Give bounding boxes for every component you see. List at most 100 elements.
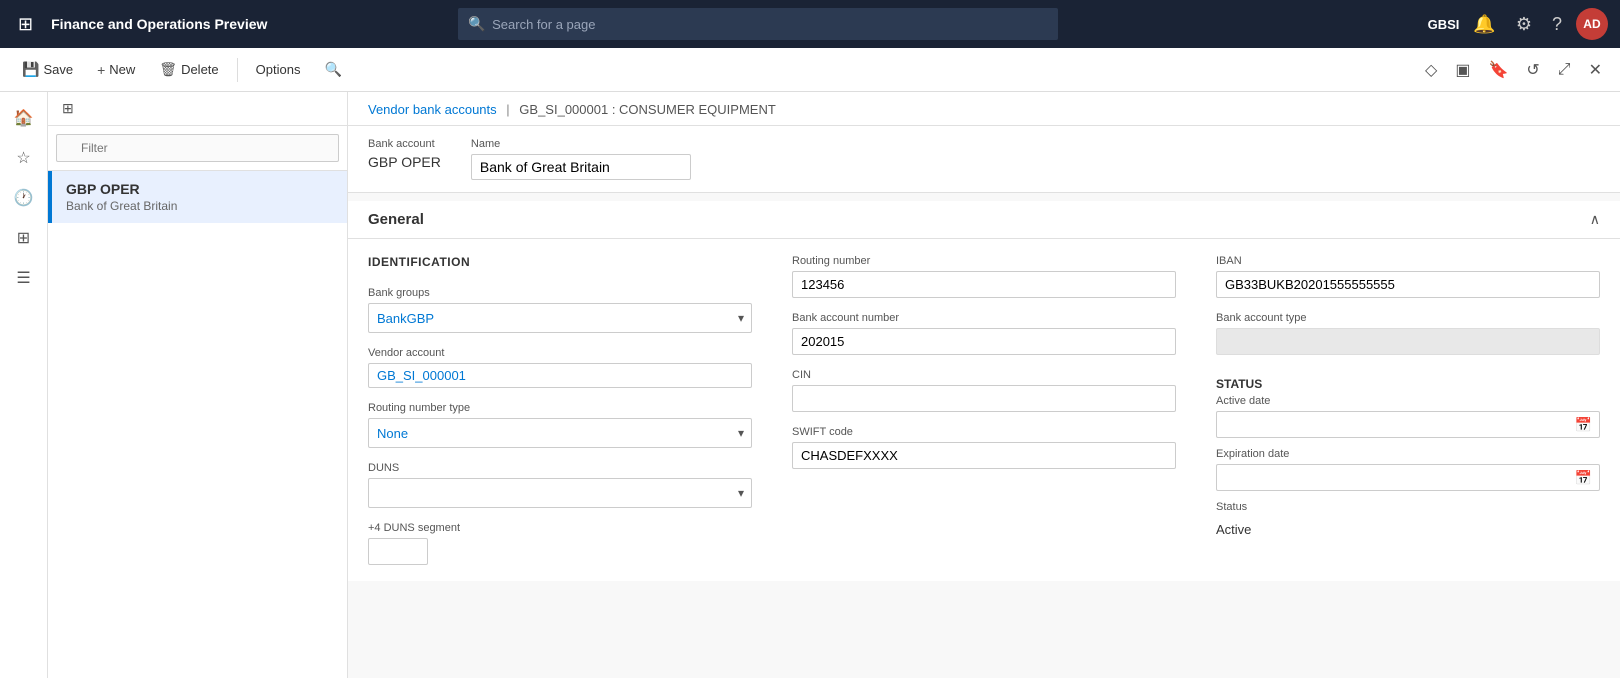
app-title: Finance and Operations Preview xyxy=(51,16,267,32)
breadcrumb-current: GB_SI_000001 : CONSUMER EQUIPMENT xyxy=(519,102,775,117)
detail-header: Bank account GBP OPER Name xyxy=(348,126,1620,193)
filter-input[interactable] xyxy=(56,134,339,162)
iban-status-col: IBAN Bank account type STATUS Active dat… xyxy=(1216,255,1600,565)
settings-icon[interactable]: ⚙ xyxy=(1510,10,1538,39)
search-bar: 🔍 xyxy=(458,8,1058,40)
top-nav-right: GBSI 🔔 ⚙ ? AD xyxy=(1428,8,1608,40)
expiration-date-field: Expiration date 📅 xyxy=(1216,448,1600,491)
bank-account-type-field: Bank account type xyxy=(1216,312,1600,355)
vendor-account-label: Vendor account xyxy=(368,347,752,359)
new-button[interactable]: + New xyxy=(87,58,145,82)
calendar-icon-2[interactable]: 📅 xyxy=(1575,469,1592,486)
identification-col: IDENTIFICATION Bank groups BankGBP ▾ Ven… xyxy=(368,255,752,565)
bank-account-number-field: Bank account number xyxy=(792,312,1176,355)
chevron-up-icon: ∧ xyxy=(1590,211,1600,228)
expiration-date-input[interactable] xyxy=(1216,464,1600,491)
duns-segment-label: +4 DUNS segment xyxy=(368,522,752,534)
list-item-subtitle: Bank of Great Britain xyxy=(66,199,333,213)
bank-groups-label: Bank groups xyxy=(368,287,752,299)
search-input[interactable] xyxy=(458,8,1058,40)
bank-account-type-label: Bank account type xyxy=(1216,312,1600,324)
toolbar-right: ◇ ▣ 🔖 ↺ ⤢ ✕ xyxy=(1419,56,1608,84)
search-filter-button[interactable]: 🔍 xyxy=(314,57,351,82)
user-avatar[interactable]: AD xyxy=(1576,8,1608,40)
main-layout: 🏠 ☆ 🕐 ⊞ ☰ ⊞ 🔍 GBP OPER Bank of Great Bri… xyxy=(0,92,1620,678)
panel-icon[interactable]: ▣ xyxy=(1449,56,1476,84)
cin-field: CIN xyxy=(792,369,1176,412)
help-icon[interactable]: ? xyxy=(1546,10,1568,39)
list-filter-icon[interactable]: ⊞ xyxy=(56,98,80,119)
cin-input[interactable] xyxy=(792,385,1176,412)
refresh-icon[interactable]: ↺ xyxy=(1520,56,1545,84)
bookmark-icon[interactable]: 🔖 xyxy=(1482,56,1514,84)
duns-field: DUNS ▾ xyxy=(368,462,752,508)
section-header[interactable]: General ∧ xyxy=(348,201,1620,239)
grid-nav-icon[interactable]: ⊞ xyxy=(6,220,42,256)
calendar-icon[interactable]: 📅 xyxy=(1575,416,1592,433)
status-value: Active xyxy=(1216,517,1600,542)
duns-segment-input[interactable] xyxy=(368,538,428,565)
routing-number-field: Routing number xyxy=(792,255,1176,298)
iban-field: IBAN xyxy=(1216,255,1600,298)
breadcrumb-link[interactable]: Vendor bank accounts xyxy=(368,102,497,117)
vendor-account-link[interactable]: GB_SI_000001 xyxy=(368,363,752,388)
active-date-field: Active date 📅 xyxy=(1216,395,1600,438)
options-label: Options xyxy=(256,62,301,77)
name-input[interactable] xyxy=(471,154,691,180)
active-date-input[interactable] xyxy=(1216,411,1600,438)
delete-button[interactable]: 🗑 Delete xyxy=(149,57,228,82)
expiration-date-wrapper: 📅 xyxy=(1216,464,1600,491)
iban-input[interactable] xyxy=(1216,271,1600,298)
duns-segment-field: +4 DUNS segment xyxy=(368,522,752,565)
notifications-icon[interactable]: 🔔 xyxy=(1467,10,1501,39)
diamond-icon[interactable]: ◇ xyxy=(1419,56,1443,84)
list-panel: ⊞ 🔍 GBP OPER Bank of Great Britain xyxy=(48,92,348,678)
name-label: Name xyxy=(471,138,691,150)
routing-number-type-label: Routing number type xyxy=(368,402,752,414)
section-title: General xyxy=(368,211,424,228)
save-button[interactable]: 💾 Save xyxy=(12,57,83,82)
grid-icon[interactable]: ⊞ xyxy=(12,8,39,41)
banking-col: Routing number Bank account number CIN xyxy=(792,255,1176,565)
swift-code-input[interactable] xyxy=(792,442,1176,469)
iban-label: IBAN xyxy=(1216,255,1600,267)
identification-heading: IDENTIFICATION xyxy=(368,255,752,269)
routing-number-type-field: Routing number type None ▾ xyxy=(368,402,752,448)
bank-groups-select[interactable]: BankGBP xyxy=(368,303,752,333)
options-button[interactable]: Options xyxy=(246,58,311,81)
side-icons: 🏠 ☆ 🕐 ⊞ ☰ xyxy=(0,92,48,678)
section-body: IDENTIFICATION Bank groups BankGBP ▾ Ven… xyxy=(348,239,1620,581)
save-label: Save xyxy=(43,62,73,77)
breadcrumb: Vendor bank accounts | GB_SI_000001 : CO… xyxy=(348,92,1620,126)
status-field: Status Active xyxy=(1216,501,1600,542)
expiration-date-label: Expiration date xyxy=(1216,448,1600,460)
new-label: New xyxy=(109,62,135,77)
bank-account-number-label: Bank account number xyxy=(792,312,1176,324)
routing-number-type-select-wrapper: None ▾ xyxy=(368,418,752,448)
routing-number-input[interactable] xyxy=(792,271,1176,298)
vendor-account-field: Vendor account GB_SI_000001 xyxy=(368,347,752,388)
history-icon[interactable]: 🕐 xyxy=(6,180,42,216)
detail-panel: Vendor bank accounts | GB_SI_000001 : CO… xyxy=(348,92,1620,678)
list-item[interactable]: GBP OPER Bank of Great Britain xyxy=(48,171,347,223)
delete-icon: 🗑 xyxy=(159,61,177,78)
new-icon: + xyxy=(97,62,105,78)
status-heading: STATUS xyxy=(1216,377,1600,391)
expand-icon[interactable]: ⤢ xyxy=(1552,57,1577,83)
home-icon[interactable]: 🏠 xyxy=(6,100,42,136)
active-date-wrapper: 📅 xyxy=(1216,411,1600,438)
list-item-title: GBP OPER xyxy=(66,181,333,197)
toolbar-separator xyxy=(237,58,238,82)
name-field-group: Name xyxy=(471,138,691,180)
star-icon[interactable]: ☆ xyxy=(6,140,42,176)
duns-label: DUNS xyxy=(368,462,752,474)
routing-number-type-select[interactable]: None xyxy=(368,418,752,448)
bank-account-number-input[interactable] xyxy=(792,328,1176,355)
status-label: Status xyxy=(1216,501,1600,513)
duns-select[interactable] xyxy=(368,478,752,508)
list-nav-icon[interactable]: ☰ xyxy=(6,260,42,296)
breadcrumb-separator: | xyxy=(506,102,509,117)
close-icon[interactable]: ✕ xyxy=(1583,56,1608,84)
duns-select-wrapper: ▾ xyxy=(368,478,752,508)
swift-code-label: SWIFT code xyxy=(792,426,1176,438)
